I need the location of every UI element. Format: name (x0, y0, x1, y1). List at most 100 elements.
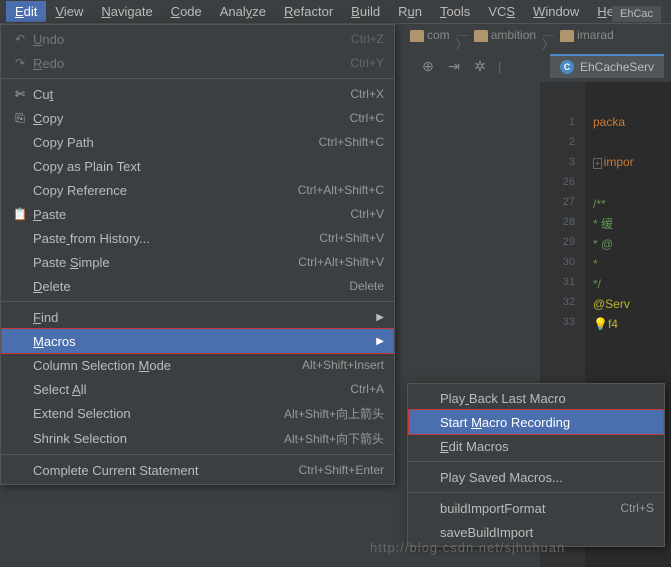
edit-item-copy-reference[interactable]: Copy ReferenceCtrl+Alt+Shift+C (1, 178, 394, 202)
menu-shortcut: Ctrl+Y (350, 56, 384, 70)
edit-item-paste-simple[interactable]: Paste SimpleCtrl+Alt+Shift+V (1, 250, 394, 274)
breadcrumb: com〉ambition〉imarad (410, 28, 614, 42)
target-icon[interactable]: ⊕ (420, 58, 436, 74)
menu-icon: 📋 (11, 207, 29, 221)
breadcrumb-segment[interactable]: ambition (474, 28, 536, 42)
menu-icon: ↷ (11, 56, 29, 70)
edit-item-macros[interactable]: Macros ▶ (1, 329, 394, 353)
menu-icon: ↶ (11, 32, 29, 46)
code-header: EhCac (612, 6, 661, 22)
menu-label: Macros (33, 334, 368, 349)
macros-item-start-macro-recording[interactable]: Start Macro Recording (408, 410, 664, 434)
menu-label: Paste Simple (33, 255, 298, 270)
menu-shortcut: Ctrl+Shift+C (319, 135, 384, 149)
menubar-analyze[interactable]: Analyze (211, 1, 275, 22)
menu-label: Edit Macros (440, 439, 654, 454)
menu-shortcut: Alt+Shift+Insert (302, 358, 384, 372)
menubar-vcs[interactable]: VCS (479, 1, 524, 22)
edit-item-copy-path[interactable]: Copy PathCtrl+Shift+C (1, 130, 394, 154)
menu-label: Copy (33, 111, 350, 126)
menu-label: Copy Reference (33, 183, 298, 198)
menu-icon: ⎘ (11, 111, 29, 126)
macros-item-savebuildimport[interactable]: saveBuildImport (408, 520, 664, 544)
menubar-window[interactable]: Window (524, 1, 588, 22)
menu-label: Complete Current Statement (33, 463, 299, 478)
menubar: EditViewNavigateCodeAnalyzeRefactorBuild… (0, 0, 671, 24)
breadcrumb-segment[interactable]: com (410, 28, 450, 42)
edit-item-copy[interactable]: ⎘ CopyCtrl+C (1, 106, 394, 130)
menu-shortcut: Ctrl+A (350, 382, 384, 396)
menu-shortcut: Delete (349, 279, 384, 293)
edit-item-column-selection-mode[interactable]: Column Selection ModeAlt+Shift+Insert (1, 353, 394, 377)
menu-label: Redo (33, 56, 350, 71)
menu-shortcut: Ctrl+Alt+Shift+V (298, 255, 384, 269)
menu-label: Select All (33, 382, 350, 397)
menu-shortcut: Ctrl+Z (351, 32, 384, 46)
tab-label: EhCacheServ (580, 60, 654, 74)
macros-submenu: Play Back Last Macro Start Macro Recordin… (407, 383, 665, 547)
edit-item-shrink-selection[interactable]: Shrink SelectionAlt+Shift+向下箭头 (1, 426, 394, 451)
menu-label: Paste (33, 207, 350, 222)
menubar-edit[interactable]: Edit (6, 1, 46, 22)
edit-item-paste-from-history-[interactable]: Paste from History...Ctrl+Shift+V (1, 226, 394, 250)
edit-item-redo: ↷ RedoCtrl+Y (1, 51, 394, 75)
macros-item-play-saved-macros-[interactable]: Play Saved Macros... (408, 465, 664, 489)
menu-label: Find (33, 310, 368, 325)
menu-label: saveBuildImport (440, 525, 654, 540)
menubar-navigate[interactable]: Navigate (92, 1, 161, 22)
menu-shortcut: Ctrl+C (350, 111, 384, 125)
breadcrumb-segment[interactable]: imarad (560, 28, 614, 42)
edit-item-undo: ↶ UndoCtrl+Z (1, 27, 394, 51)
menu-label: Delete (33, 279, 349, 294)
menubar-tools[interactable]: Tools (431, 1, 479, 22)
edit-item-copy-as-plain-text[interactable]: Copy as Plain Text (1, 154, 394, 178)
menu-shortcut: Ctrl+Shift+V (319, 231, 384, 245)
macros-item-edit-macros[interactable]: Edit Macros (408, 434, 664, 458)
menu-label: Start Macro Recording (440, 415, 654, 430)
menu-shortcut: Ctrl+Alt+Shift+C (298, 183, 384, 197)
edit-item-select-all[interactable]: Select AllCtrl+A (1, 377, 394, 401)
gear-icon[interactable]: ✲ (472, 58, 488, 74)
submenu-arrow-icon: ▶ (376, 336, 384, 347)
menu-label: buildImportFormat (440, 501, 620, 516)
menu-label: Copy as Plain Text (33, 159, 384, 174)
menu-label: Undo (33, 32, 351, 47)
macros-item-play-back-last-macro[interactable]: Play Back Last Macro (408, 386, 664, 410)
collapse-icon[interactable]: ⇥ (446, 58, 462, 74)
edit-menu: ↶UndoCtrl+Z↷RedoCtrl+Y✄CutCtrl+X⎘CopyCtr… (0, 24, 395, 485)
folder-icon (410, 30, 424, 42)
edit-item-cut[interactable]: ✄ CutCtrl+X (1, 82, 394, 106)
menu-label: Paste from History... (33, 231, 319, 246)
menu-label: Shrink Selection (33, 431, 284, 446)
edit-item-extend-selection[interactable]: Extend SelectionAlt+Shift+向上箭头 (1, 401, 394, 426)
menu-shortcut: Ctrl+S (620, 501, 654, 515)
menu-shortcut: Ctrl+X (350, 87, 384, 101)
edit-item-find[interactable]: Find ▶ (1, 305, 394, 329)
menu-label: Cut (33, 87, 350, 102)
menubar-run[interactable]: Run (389, 1, 431, 22)
edit-item-paste[interactable]: 📋 PasteCtrl+V (1, 202, 394, 226)
menu-shortcut: Ctrl+Shift+Enter (299, 463, 384, 477)
folder-icon (560, 30, 574, 42)
menubar-code[interactable]: Code (162, 1, 211, 22)
edit-item-complete-current-statement[interactable]: Complete Current StatementCtrl+Shift+Ent… (1, 458, 394, 482)
menu-label: Play Saved Macros... (440, 470, 654, 485)
menu-shortcut: Ctrl+V (350, 207, 384, 221)
menubar-refactor[interactable]: Refactor (275, 1, 342, 22)
menubar-view[interactable]: View (46, 1, 92, 22)
menu-shortcut: Alt+Shift+向下箭头 (284, 430, 384, 447)
menu-label: Play Back Last Macro (440, 391, 654, 406)
menu-label: Column Selection Mode (33, 358, 302, 373)
macros-item-buildimportformat[interactable]: buildImportFormatCtrl+S (408, 496, 664, 520)
edit-item-delete[interactable]: DeleteDelete (1, 274, 394, 298)
class-icon: C (560, 60, 574, 74)
folder-icon (474, 30, 488, 42)
editor-tab[interactable]: C EhCacheServ (550, 54, 664, 78)
menu-shortcut: Alt+Shift+向上箭头 (284, 405, 384, 422)
submenu-arrow-icon: ▶ (376, 312, 384, 323)
menu-label: Extend Selection (33, 406, 284, 421)
menubar-build[interactable]: Build (342, 1, 389, 22)
menu-label: Copy Path (33, 135, 319, 150)
editor-toolbar: ⊕ ⇥ ✲ | (420, 58, 501, 74)
menu-icon: ✄ (11, 87, 29, 101)
